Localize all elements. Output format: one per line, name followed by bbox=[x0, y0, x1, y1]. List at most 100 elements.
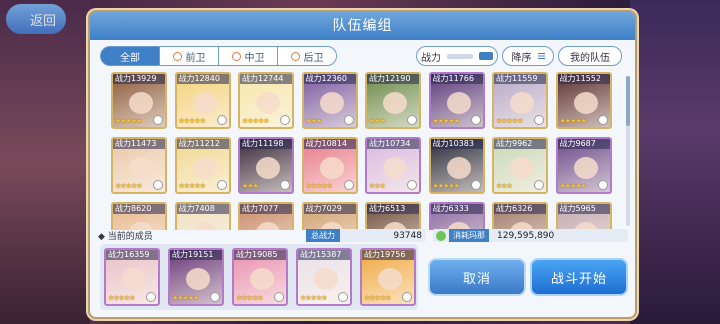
roster-card[interactable]: 战力11552 ★★★★★ bbox=[555, 72, 612, 129]
sort-field-select[interactable]: 战力 bbox=[416, 46, 498, 66]
character-power: 战力11198 bbox=[240, 139, 292, 149]
character-power: 战力6513 bbox=[367, 204, 419, 214]
roster-card[interactable]: 战力7029★★★ bbox=[301, 202, 358, 230]
roster-card[interactable]: 战力6333★★★ bbox=[428, 202, 485, 230]
current-party: 战力16359 ★★★★★ 战力19151 ★★★★★ 战力19085 ★★★★★ 战力15… bbox=[100, 244, 418, 310]
sort-order-button[interactable]: 降序 bbox=[502, 46, 554, 66]
character-portrait bbox=[446, 92, 471, 114]
roster-card[interactable]: 战力10734 ★★★ bbox=[365, 137, 421, 194]
character-portrait bbox=[510, 92, 534, 114]
rank-badge-icon bbox=[597, 180, 608, 190]
star-rating-icon: ★★★★★ bbox=[236, 294, 263, 302]
roster-scrollbar[interactable] bbox=[626, 76, 630, 226]
party-member-card[interactable]: 战力19756 ★★★★★ bbox=[360, 248, 416, 306]
background-left bbox=[0, 0, 90, 324]
roster-card[interactable]: 战力11212 ★★★★★ bbox=[174, 137, 231, 194]
rank-badge-icon bbox=[470, 115, 481, 125]
roster-card[interactable]: 战力12190 ★★★ bbox=[365, 72, 421, 129]
roster-card[interactable]: 战力8620★★★★★ bbox=[111, 202, 167, 230]
cancel-button[interactable]: 取消 bbox=[428, 258, 526, 296]
roster-card[interactable]: 战力11473 ★★★★★ bbox=[111, 137, 167, 194]
character-portrait bbox=[129, 157, 153, 179]
character-power: 战力9687 bbox=[557, 139, 610, 149]
total-power-label: 总战力 bbox=[306, 229, 340, 242]
rank-badge-icon bbox=[407, 180, 417, 190]
roster-card[interactable]: 战力7077★★★ bbox=[238, 202, 294, 230]
roster-card[interactable]: 战力7408★★★ bbox=[174, 202, 231, 230]
character-power: 战力12744 bbox=[240, 74, 292, 84]
character-power: 战力8620 bbox=[113, 204, 165, 214]
character-power: 战力7029 bbox=[303, 204, 356, 214]
roster-card[interactable]: 战力12840 ★★★★★ bbox=[174, 72, 231, 129]
roster-card[interactable]: 战力12360 ★★★ bbox=[301, 72, 358, 129]
tab-middle[interactable]: 中卫 bbox=[218, 46, 278, 66]
roster-card[interactable]: 战力10814 ★★★★★ bbox=[301, 137, 358, 194]
sort-field-slot bbox=[447, 53, 473, 59]
star-rating-icon: ★★★★★ bbox=[172, 294, 199, 302]
party-member-card[interactable]: 战力15387 ★★★★★ bbox=[296, 248, 352, 306]
roster-card[interactable]: 战力9962 ★★★ bbox=[492, 137, 548, 194]
character-portrait bbox=[510, 157, 534, 179]
star-rating-icon: ★★★★★ bbox=[108, 294, 135, 302]
tab-back[interactable]: 后卫 bbox=[277, 46, 337, 66]
character-power: 战力11212 bbox=[176, 139, 229, 149]
roster-card[interactable]: 战力6513★★★ bbox=[365, 202, 421, 230]
party-member-card[interactable]: 战力16359 ★★★★★ bbox=[104, 248, 160, 306]
rank-badge-icon bbox=[153, 115, 163, 125]
mana-cost-box: 消耗玛那 129,595,890 bbox=[433, 229, 628, 242]
mana-cost-label: 消耗玛那 bbox=[449, 229, 489, 242]
position-filter-tabs: 全部 前卫 中卫 后卫 bbox=[100, 46, 337, 66]
character-portrait bbox=[378, 268, 402, 290]
star-rating-icon: ★★★★★ bbox=[432, 182, 460, 190]
character-portrait bbox=[314, 268, 338, 290]
rank-badge-icon bbox=[470, 180, 481, 190]
middle-icon bbox=[231, 51, 241, 61]
tab-front[interactable]: 前卫 bbox=[159, 46, 219, 66]
tab-all[interactable]: 全部 bbox=[100, 46, 160, 66]
character-roster-grid: 战力13929 ★★★★★ 战力12840 ★★★★★ 战力12744 ★★★★★ 战力12… bbox=[111, 72, 623, 230]
party-member-card[interactable]: 战力19151 ★★★★★ bbox=[168, 248, 224, 306]
star-rating-icon: ★★★★★ bbox=[496, 117, 523, 125]
star-rating-icon: ★★★★★ bbox=[178, 117, 206, 125]
roster-card[interactable]: 战力6326★★★ bbox=[492, 202, 548, 230]
roster-card[interactable]: 战力13929 ★★★★★ bbox=[111, 72, 167, 129]
rank-badge-icon bbox=[274, 292, 284, 302]
character-power: 战力13929 bbox=[113, 74, 165, 84]
roster-card[interactable]: 战力5965★★★ bbox=[555, 202, 612, 230]
roster-card[interactable]: 战力11766 ★★★★★ bbox=[428, 72, 485, 129]
roster-card[interactable]: 战力11198 ★★★ bbox=[238, 137, 294, 194]
star-rating-icon: ★★★ bbox=[369, 182, 386, 190]
roster-card[interactable]: 战力10383 ★★★★★ bbox=[428, 137, 485, 194]
rank-badge-icon bbox=[343, 180, 354, 190]
party-member-card[interactable]: 战力19085 ★★★★★ bbox=[232, 248, 288, 306]
character-power: 战力10814 bbox=[303, 139, 356, 149]
star-rating-icon: ★★★★★ bbox=[115, 117, 142, 125]
my-team-button[interactable]: 我的队伍 bbox=[558, 46, 622, 66]
rank-badge-icon bbox=[280, 180, 290, 190]
rank-badge-icon bbox=[407, 115, 417, 125]
total-power-box: 总战力 93748 bbox=[306, 229, 426, 242]
scroll-thumb[interactable] bbox=[626, 76, 630, 126]
character-portrait bbox=[383, 92, 407, 114]
roster-card[interactable]: 战力12744 ★★★★★ bbox=[238, 72, 294, 129]
total-power-value: 93748 bbox=[393, 230, 422, 241]
sort-select-icon bbox=[479, 52, 493, 60]
rank-badge-icon bbox=[210, 292, 220, 302]
panel-title: 队伍编组 bbox=[90, 12, 635, 40]
roster-card[interactable]: 战力9687 ★★★★★ bbox=[555, 137, 612, 194]
character-portrait bbox=[573, 92, 598, 114]
rank-badge-icon bbox=[216, 115, 227, 125]
star-rating-icon: ★★★★★ bbox=[242, 117, 269, 125]
team-formation-panel: 队伍编组 全部 前卫 中卫 后卫 战力 降序 我的队伍 战力13929 ★★★★★… bbox=[88, 10, 637, 319]
rank-badge-icon bbox=[534, 115, 544, 125]
back-button[interactable]: 返回 bbox=[6, 4, 66, 34]
character-power: 战力7408 bbox=[176, 204, 229, 214]
start-battle-button[interactable]: 战斗开始 bbox=[530, 258, 628, 296]
character-portrait bbox=[383, 157, 407, 179]
roster-card[interactable]: 战力11559 ★★★★★ bbox=[492, 72, 548, 129]
mana-icon bbox=[436, 230, 446, 241]
character-power: 战力11559 bbox=[494, 74, 546, 84]
character-power: 战力12190 bbox=[367, 74, 419, 84]
character-power: 战力12360 bbox=[303, 74, 356, 84]
team-info-row: ◆ 当前的成员 总战力 93748 消耗玛那 129,595,890 bbox=[98, 229, 628, 243]
